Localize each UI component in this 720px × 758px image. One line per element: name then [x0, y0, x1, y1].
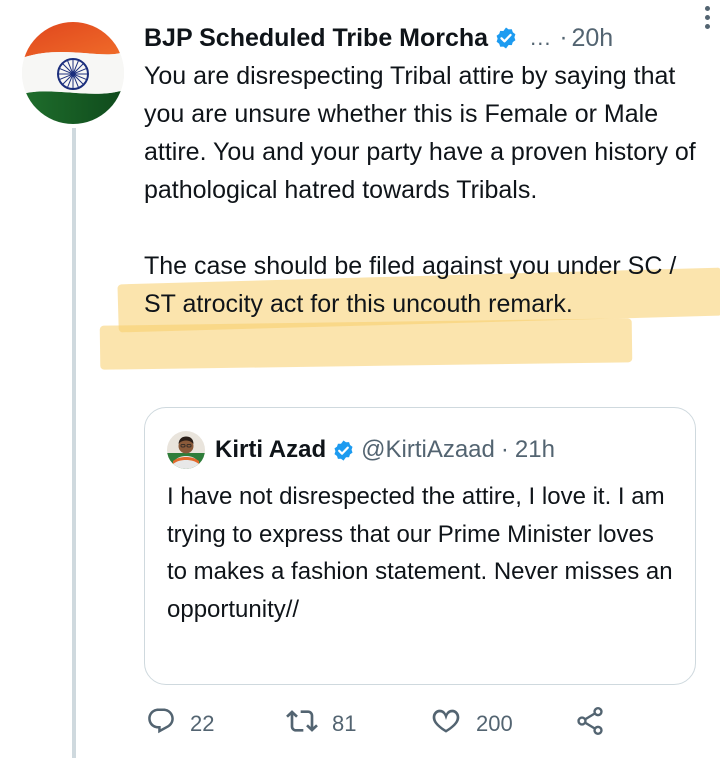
- author-avatar[interactable]: [22, 22, 124, 124]
- quoted-tweet-timestamp[interactable]: 21h: [515, 436, 555, 464]
- reply-count: 22: [190, 711, 215, 736]
- retweet-icon: [286, 705, 318, 743]
- quoted-author-handle[interactable]: @KirtiAzaad: [361, 436, 495, 464]
- like-icon: [430, 705, 462, 743]
- retweet-count: 81: [332, 711, 357, 736]
- header-separator: ·: [559, 24, 568, 51]
- reply-button[interactable]: 22: [146, 704, 214, 744]
- share-button[interactable]: [574, 704, 606, 744]
- thread-line: [72, 128, 76, 758]
- retweet-button[interactable]: 81: [286, 704, 356, 744]
- tweet-header: BJP Scheduled Tribe Morcha ... · 20h: [144, 20, 704, 56]
- tweet-action-bar: 22 81 200: [144, 704, 664, 744]
- tweet-text: You are disrespecting Tribal attire by s…: [144, 57, 704, 323]
- tweet-paragraph-highlighted: The case should be filed against you und…: [144, 252, 677, 318]
- quoted-header-separator: ·: [500, 436, 509, 463]
- quoted-author-name[interactable]: Kirti Azad: [215, 436, 326, 464]
- verified-badge-icon: [332, 439, 355, 462]
- more-options-icon[interactable]: [705, 6, 710, 29]
- quoted-tweet-text: I have not disrespected the attire, I lo…: [167, 483, 673, 623]
- quoted-author-avatar[interactable]: [167, 431, 205, 469]
- author-name[interactable]: BJP Scheduled Tribe Morcha: [144, 24, 488, 53]
- quoted-tweet-header: Kirti Azad @KirtiAzaad · 21h: [215, 432, 555, 468]
- like-button[interactable]: 200: [430, 704, 513, 744]
- tweet-timestamp[interactable]: 20h: [571, 24, 613, 53]
- highlighter-mark: [99, 318, 633, 370]
- name-truncation: ...: [530, 25, 552, 50]
- quoted-tweet-card[interactable]: Kirti Azad @KirtiAzaad · 21h I have not …: [144, 407, 696, 685]
- like-count: 200: [476, 711, 513, 736]
- verified-badge-icon: [494, 26, 518, 50]
- indian-flag-avatar-image: [22, 22, 124, 124]
- share-icon: [574, 705, 606, 743]
- tweet-paragraph: You are disrespecting Tribal attire by s…: [144, 62, 696, 204]
- reply-icon: [146, 706, 176, 742]
- person-avatar-image: [167, 431, 205, 469]
